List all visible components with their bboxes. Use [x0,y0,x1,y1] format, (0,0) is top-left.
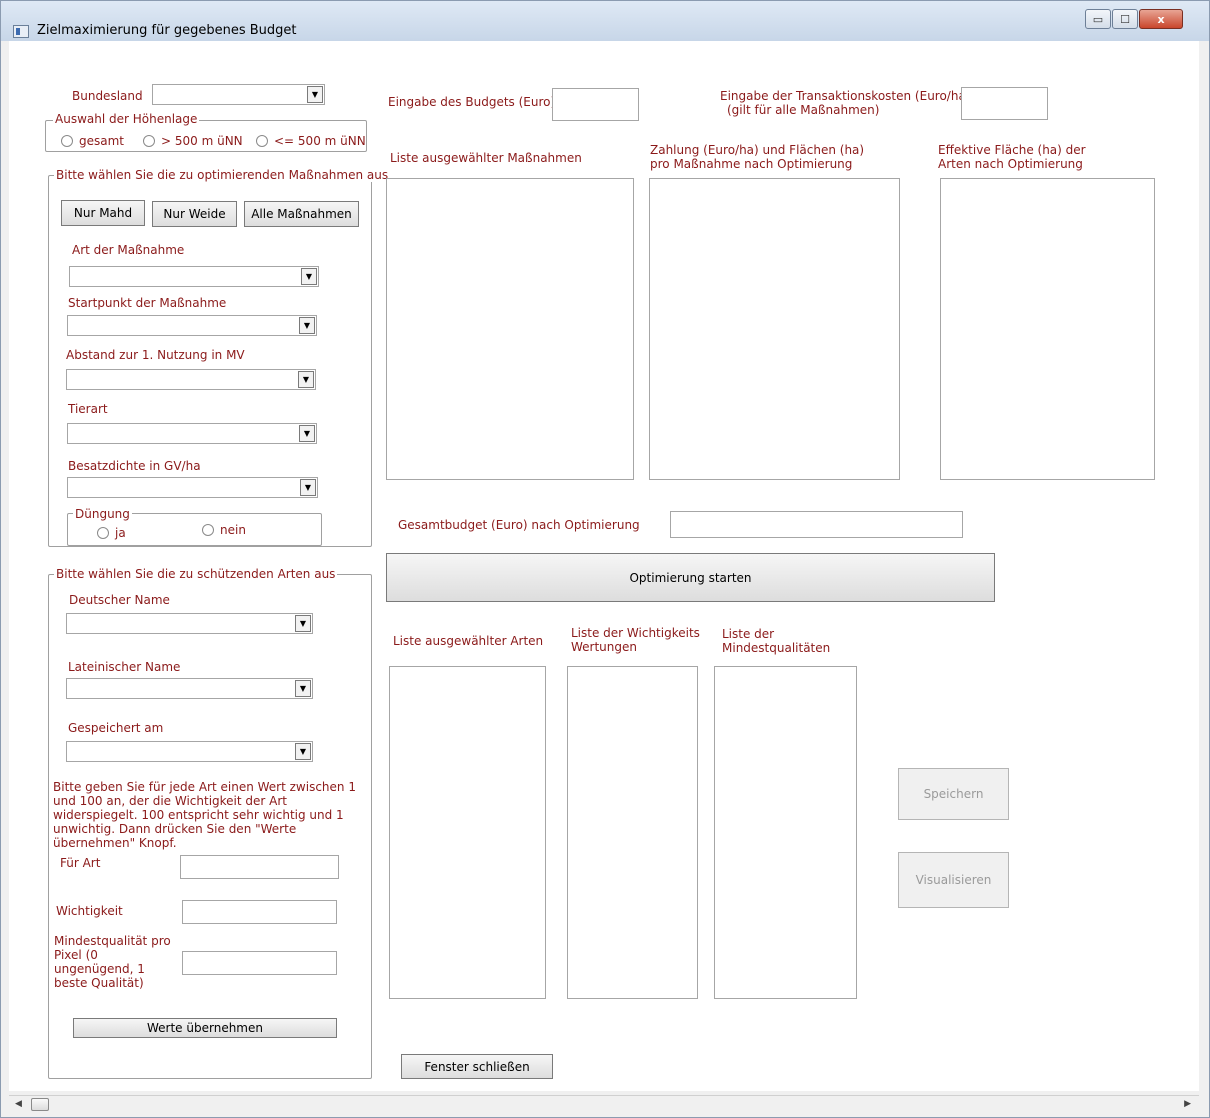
budget-label: Eingabe des Budgets (Euro) [388,95,556,109]
gespeichert-combo[interactable]: ▼ [66,741,313,762]
zahlung-listbox[interactable] [649,178,900,480]
speichern-button[interactable]: Speichern [898,768,1009,820]
radio-nein[interactable]: nein [202,523,246,537]
optimierung-starten-button[interactable]: Optimierung starten [386,553,995,602]
liste-arten-label: Liste ausgewählter Arten [393,634,544,648]
title-bar[interactable]: Zielmaximierung für gegebenes Budget ▭ ☐… [1,1,1209,41]
maximize-button[interactable]: ☐ [1112,9,1138,29]
radio-label: gesamt [79,134,124,148]
duengung-group-label: Düngung [73,507,132,521]
wichtigkeit-field[interactable] [182,900,337,924]
deutscher-name-combo[interactable]: ▼ [66,613,313,634]
effektiv-label: Effektive Fläche (ha) der [938,143,1086,157]
arten-group-label: Bitte wählen Sie die zu schützenden Arte… [54,567,338,581]
horizontal-scrollbar[interactable]: ◀ ▶ [9,1095,1199,1114]
fuer-art-field[interactable] [180,855,339,879]
radio-circle-icon [202,524,214,536]
chevron-down-icon[interactable]: ▼ [295,743,311,760]
massnahmen-listbox[interactable] [386,178,634,480]
visualisieren-button[interactable]: Visualisieren [898,852,1009,908]
bundesland-combo[interactable]: ▼ [152,84,325,105]
chevron-down-icon[interactable]: ▼ [298,371,314,388]
close-icon: x [1157,12,1165,26]
form-content: Bundesland ▼ Auswahl der Höhenlage gesam… [9,41,1199,1091]
bundesland-label: Bundesland [72,89,143,103]
zahlung-sublabel: pro Maßnahme nach Optimierung [650,157,853,171]
window-title: Zielmaximierung für gegebenes Budget [37,23,297,38]
besatzdichte-label: Besatzdichte in GV/ha [68,459,201,473]
mindestqualitaeten-listbox[interactable] [714,666,857,999]
chevron-down-icon[interactable]: ▼ [301,268,317,285]
wichtigkeits-listbox[interactable] [567,666,698,999]
radio-label: > 500 m üNN [161,134,243,148]
tierart-combo[interactable]: ▼ [67,423,317,444]
lateinischer-name-label: Lateinischer Name [68,660,181,674]
hoehenlage-group-label: Auswahl der Höhenlage [53,112,200,126]
radio-label: <= 500 m üNN [274,134,366,148]
lateinischer-name-combo[interactable]: ▼ [66,678,313,699]
mindestqualitaeten-sublabel: Mindestqualitäten [722,641,831,655]
radio-label: nein [220,523,246,537]
abstand-combo[interactable]: ▼ [66,369,316,390]
werte-uebernehmen-button[interactable]: Werte übernehmen [73,1018,337,1038]
mindestqualitaeten-label: Liste der [722,627,775,641]
nur-mahd-button[interactable]: Nur Mahd [61,200,145,226]
effektiv-listbox[interactable] [940,178,1155,480]
zahlung-label: Zahlung (Euro/ha) und Flächen (ha) [650,143,865,157]
chevron-down-icon[interactable]: ▼ [299,317,315,334]
chevron-down-icon[interactable]: ▼ [299,425,315,442]
startpunkt-combo[interactable]: ▼ [67,315,317,336]
fuer-art-label: Für Art [60,856,101,870]
scroll-left-arrow-icon[interactable]: ◀ [15,1099,22,1109]
budget-field[interactable] [552,88,639,121]
scrollbar-thumb[interactable] [31,1098,49,1111]
tierart-label: Tierart [68,402,108,416]
gesamtbudget-label: Gesamtbudget (Euro) nach Optimierung [398,518,640,532]
abstand-label: Abstand zur 1. Nutzung in MV [66,348,245,362]
chevron-down-icon[interactable]: ▼ [307,86,323,103]
wichtigkeit-label: Wichtigkeit [56,904,123,918]
wichtigkeits-sublabel: Wertungen [571,640,637,654]
transaktion-field[interactable] [961,87,1048,120]
nur-weide-button[interactable]: Nur Weide [152,201,237,227]
app-icon [13,25,29,38]
radio-circle-icon [256,135,268,147]
minimize-button[interactable]: ▭ [1085,9,1111,29]
besatzdichte-combo[interactable]: ▼ [67,477,318,498]
transaktion-label: Eingabe der Transaktionskosten (Euro/ha) [720,89,971,103]
radio-unter-500[interactable]: <= 500 m üNN [256,134,366,148]
app-window: Zielmaximierung für gegebenes Budget ▭ ☐… [0,0,1210,1118]
startpunkt-label: Startpunkt der Maßnahme [68,296,227,310]
radio-ja[interactable]: ja [97,526,126,540]
chevron-down-icon[interactable]: ▼ [295,680,311,697]
wichtigkeits-label: Liste der Wichtigkeits [571,626,700,640]
maximize-icon: ☐ [1120,12,1130,26]
deutscher-name-label: Deutscher Name [69,593,170,607]
chevron-down-icon[interactable]: ▼ [295,615,311,632]
minimize-icon: ▭ [1092,12,1104,26]
fenster-schliessen-button[interactable]: Fenster schließen [401,1054,553,1079]
wichtigkeit-instructions: Bitte geben Sie für jede Art einen Wert … [53,780,356,850]
scroll-right-arrow-icon[interactable]: ▶ [1184,1099,1191,1109]
transaktion-sublabel: (gilt für alle Maßnahmen) [727,103,880,117]
arten-listbox[interactable] [389,666,546,999]
alle-massnahmen-button[interactable]: Alle Maßnahmen [244,201,359,227]
radio-circle-icon [61,135,73,147]
gesamtbudget-field[interactable] [670,511,963,538]
liste-massnahmen-label: Liste ausgewählter Maßnahmen [390,151,582,165]
mindestqualitaet-label: Mindestqualität pro Pixel (0 ungenügend,… [54,934,171,990]
radio-circle-icon [97,527,109,539]
chevron-down-icon[interactable]: ▼ [300,479,316,496]
art-massnahme-label: Art der Maßnahme [72,243,185,257]
close-button[interactable]: x [1139,9,1183,29]
radio-ueber-500[interactable]: > 500 m üNN [143,134,243,148]
massnahmen-group-label: Bitte wählen Sie die zu optimierenden Ma… [54,168,391,182]
art-massnahme-combo[interactable]: ▼ [69,266,319,287]
mindestqualitaet-field[interactable] [182,951,337,975]
radio-circle-icon [143,135,155,147]
gespeichert-label: Gespeichert am [68,721,164,735]
radio-gesamt[interactable]: gesamt [61,134,124,148]
radio-label: ja [115,526,126,540]
effektiv-sublabel: Arten nach Optimierung [938,157,1083,171]
